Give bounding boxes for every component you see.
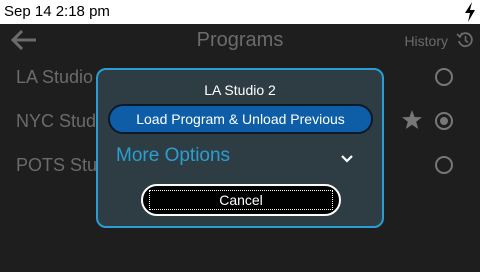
focus-ring (149, 190, 333, 210)
history-button-label[interactable]: History (404, 33, 448, 49)
lightning-bolt-icon (465, 2, 475, 22)
star-icon[interactable] (401, 109, 423, 131)
load-program-button[interactable]: Load Program & Unload Previous (108, 104, 373, 134)
radio-button[interactable] (435, 156, 453, 174)
radio-button[interactable] (435, 68, 453, 86)
dialog-title: LA Studio 2 (204, 82, 276, 98)
status-time: Sep 14 2:18 pm (4, 3, 110, 20)
chevron-down-icon[interactable] (340, 152, 354, 166)
status-bar: Sep 14 2:18 pm (0, 0, 480, 24)
radio-button-selected[interactable] (435, 112, 453, 130)
more-options-toggle[interactable]: More Options (116, 145, 230, 167)
history-icon[interactable] (456, 31, 474, 49)
cancel-button[interactable]: Cancel (141, 184, 341, 216)
header: Programs History (0, 24, 480, 57)
program-action-dialog: LA Studio 2 Load Program & Unload Previo… (96, 68, 384, 228)
program-label: LA Studio 2 (16, 67, 109, 87)
